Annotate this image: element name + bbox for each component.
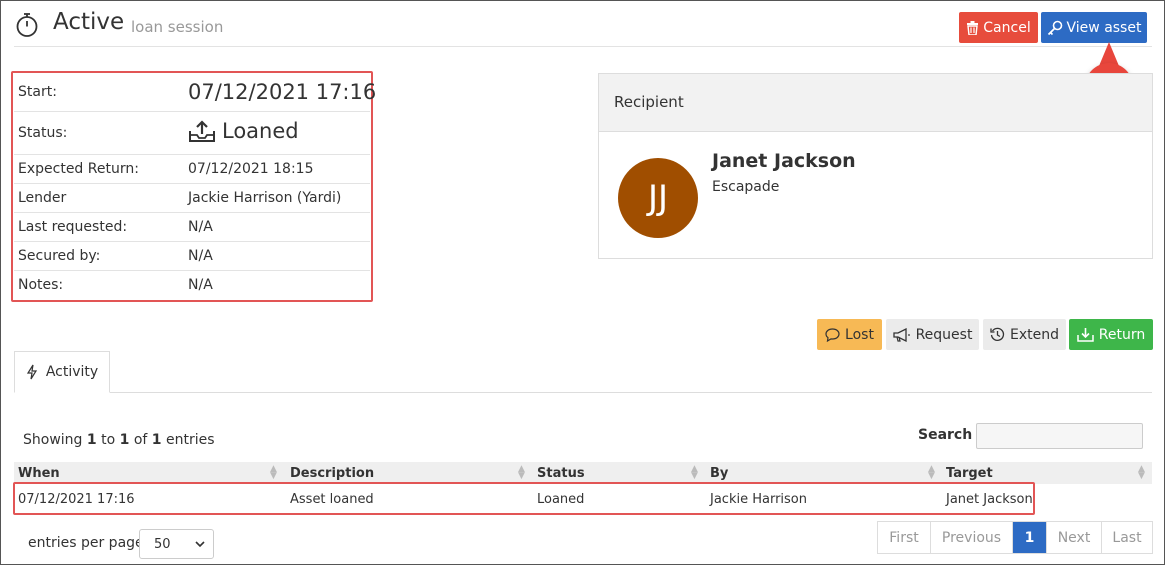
view-asset-button[interactable]: View asset (1041, 12, 1147, 43)
entries-to-word: to (101, 432, 116, 448)
page-next-button[interactable]: Next (1047, 522, 1102, 553)
sort-icon[interactable]: ▲ ▼ (1138, 465, 1145, 481)
table-row[interactable] (13, 482, 1035, 515)
sort-icon[interactable]: ▲ ▼ (928, 465, 935, 481)
detail-row-last-requested: Last requested: N/A (14, 213, 370, 242)
extend-button[interactable]: Extend (983, 319, 1066, 350)
megaphone-icon (892, 327, 910, 342)
page-first-button[interactable]: First (878, 522, 931, 553)
detail-row-status: Status: Loaned (14, 112, 370, 155)
recipient-name[interactable]: Janet Jackson (712, 150, 856, 172)
detail-row-expected-return: Expected Return: 07/12/2021 18:15 (14, 155, 370, 184)
entries-from: 1 (86, 432, 97, 448)
cell-status: Loaned (537, 492, 585, 507)
notes-value: N/A (188, 277, 213, 293)
avatar: JJ (618, 158, 698, 238)
sort-icon[interactable]: ▲ ▼ (691, 465, 698, 481)
lender-value: Jackie Harrison (Yardi) (188, 190, 342, 206)
stopwatch-icon (16, 13, 38, 37)
detail-label: Notes: (18, 277, 64, 293)
page-current-button[interactable]: 1 (1013, 522, 1047, 553)
upload-tray-icon (189, 120, 215, 142)
entries-per-page-label: entries per page (28, 535, 144, 551)
return-button-label: Return (1098, 326, 1146, 343)
entries-info: Showing 1 to 1 of 1 entries (23, 432, 215, 448)
entries-word: entries (165, 432, 215, 448)
page-previous-button[interactable]: Previous (931, 522, 1013, 553)
search-input[interactable] (976, 423, 1143, 449)
page-last-button[interactable]: Last (1102, 522, 1152, 553)
detail-label: Lender (18, 190, 67, 206)
status-value: Loaned (188, 119, 299, 143)
trash-icon (967, 20, 979, 35)
entries-of-word: of (133, 432, 148, 448)
request-button-label: Request (915, 326, 973, 343)
lost-button[interactable]: Lost (817, 319, 882, 350)
return-button[interactable]: Return (1069, 319, 1153, 350)
sort-icon[interactable]: ▲ ▼ (518, 465, 525, 481)
entries-info-prefix: Showing (23, 432, 83, 448)
extend-button-label: Extend (1010, 326, 1059, 343)
detail-label: Secured by: (18, 248, 101, 264)
download-tray-icon (1077, 328, 1094, 342)
expected-return-value: 07/12/2021 18:15 (188, 161, 314, 177)
cell-by: Jackie Harrison (710, 492, 807, 507)
tab-activity-label: Activity (45, 364, 99, 380)
tab-bar-divider (14, 392, 1152, 393)
cell-target: Janet Jackson (946, 492, 1033, 507)
sort-icon[interactable]: ▲ ▼ (270, 465, 277, 481)
cell-when: 07/12/2021 17:16 (18, 492, 135, 507)
lost-button-label: Lost (845, 326, 874, 343)
cancel-button-label: Cancel (983, 19, 1031, 36)
detail-row-notes: Notes: N/A (14, 271, 370, 300)
chevron-down-icon (195, 540, 205, 547)
detail-label: Expected Return: (18, 161, 139, 177)
status-value-text: Loaned (222, 119, 299, 143)
page-title: Active (53, 9, 125, 35)
detail-row-secured-by: Secured by: N/A (14, 242, 370, 271)
key-icon (1047, 20, 1062, 35)
column-header-target[interactable]: Target (946, 466, 993, 481)
column-header-by[interactable]: By (710, 466, 728, 481)
history-icon (990, 327, 1005, 341)
entries-to: 1 (119, 432, 130, 448)
detail-label: Last requested: (18, 219, 128, 235)
detail-label: Status: (18, 125, 68, 141)
speech-bubble-icon (825, 327, 840, 342)
header-divider (14, 46, 1152, 47)
entries-per-page-select[interactable]: 50 (139, 529, 214, 559)
secured-by-value: N/A (188, 248, 213, 264)
recipient-organization: Escapade (712, 179, 780, 195)
start-value: 07/12/2021 17:16 (188, 80, 377, 104)
last-requested-value: N/A (188, 219, 213, 235)
column-header-description[interactable]: Description (290, 466, 374, 481)
bolt-icon (26, 364, 37, 380)
cancel-button[interactable]: Cancel (959, 12, 1038, 43)
tab-activity[interactable]: Activity (14, 351, 110, 393)
detail-row-start: Start: 07/12/2021 17:16 (14, 73, 376, 112)
recipient-heading: Recipient (614, 93, 684, 111)
cell-description: Asset loaned (290, 492, 374, 507)
detail-row-lender: Lender Jackie Harrison (Yardi) (14, 184, 370, 213)
detail-label: Start: (18, 84, 57, 100)
column-header-when[interactable]: When (18, 466, 60, 481)
search-label: Search (918, 427, 973, 443)
page-subtitle: loan session (131, 18, 224, 36)
pagination: First Previous 1 Next Last (877, 521, 1153, 554)
view-asset-button-label: View asset (1066, 19, 1142, 36)
request-button[interactable]: Request (886, 319, 979, 350)
entries-per-page-value: 50 (154, 536, 171, 552)
entries-total: 1 (151, 432, 162, 448)
column-header-status[interactable]: Status (537, 466, 585, 481)
